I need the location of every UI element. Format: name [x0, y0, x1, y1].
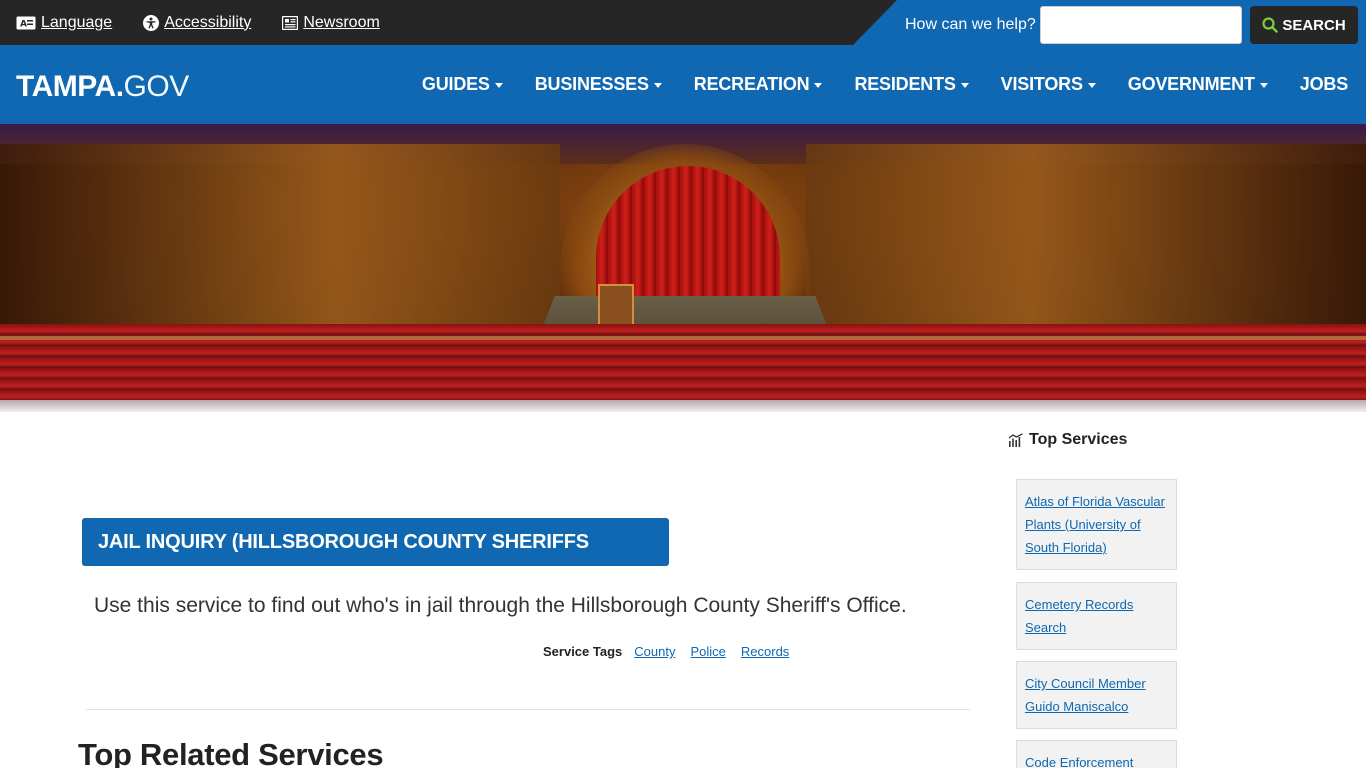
main-nav: TAMPA.GOV GUIDES BUSINESSES RECREATION R… [0, 45, 1366, 124]
site-logo[interactable]: TAMPA.GOV [16, 69, 189, 105]
hero-balcony-rail [0, 336, 1366, 340]
caret-down-icon [960, 82, 969, 88]
hero-organ [598, 284, 634, 326]
nav-item-label: GOVERNMENT [1127, 74, 1255, 94]
caret-down-icon [1087, 82, 1096, 88]
newspaper-icon [282, 15, 299, 30]
caret-down-icon [494, 82, 503, 88]
service-card: Atlas of Florida Vascular Plants (Univer… [1016, 479, 1177, 570]
hero-fade [0, 400, 1366, 412]
page-title: JAIL INQUIRY (HILLSBOROUGH COUNTY SHERIF… [82, 518, 669, 601]
accessibility-icon [143, 14, 160, 31]
newsroom-label: Newsroom [303, 13, 380, 31]
service-card: City Council Member Guido Maniscalco [1016, 661, 1177, 729]
hero-wall-left [0, 144, 560, 344]
nav-item-government[interactable]: GOVERNMENT [1128, 74, 1268, 95]
nav-item-label: RECREATION [693, 74, 810, 94]
nav-item-label: JOBS [1299, 74, 1348, 94]
tag-link-records[interactable]: Records [741, 644, 789, 659]
search-prompt: How can we help? [905, 16, 1036, 33]
nav-item-label: GUIDES [421, 74, 490, 94]
accessibility-link[interactable]: Accessibility [143, 14, 251, 32]
caret-down-icon [1259, 82, 1268, 88]
accessibility-label: Accessibility [164, 13, 252, 31]
nav-item-label: VISITORS [1000, 74, 1083, 94]
top-services-label: Top Services [1029, 431, 1128, 448]
nav-item-label: BUSINESSES [534, 74, 649, 94]
search-button-label: SEARCH [1282, 16, 1346, 34]
hero-wall-right [806, 144, 1366, 344]
service-description: Use this service to find out who's in ja… [94, 594, 907, 617]
nav-item-guides[interactable]: GUIDES [422, 74, 503, 95]
search-button[interactable]: SEARCH [1250, 6, 1358, 44]
related-services-heading: Top Related Services [78, 737, 384, 768]
caret-down-icon [653, 82, 662, 88]
caret-down-icon [814, 82, 823, 88]
utility-bar: A Language Accessibility Newsroom How ca… [0, 0, 1366, 45]
language-link[interactable]: A Language [16, 14, 112, 32]
top-services-heading: Top Services [1008, 431, 1127, 449]
newsroom-link[interactable]: Newsroom [282, 13, 380, 32]
search-icon [1262, 17, 1279, 33]
hero-banner-image [0, 124, 1366, 404]
tag-link-county[interactable]: County [634, 644, 675, 659]
service-tags-label: Service Tags [543, 644, 623, 659]
service-link-atlas-florida-plants[interactable]: Atlas of Florida Vascular Plants (Univer… [1025, 490, 1168, 559]
nav-item-businesses[interactable]: BUSINESSES [535, 74, 662, 95]
service-link-cemetery-records[interactable]: Cemetery Records Search [1025, 593, 1168, 639]
service-tags: Service Tags County Police Records [543, 644, 804, 659]
logo-light-text: GOV [123, 70, 190, 103]
service-card: Cemetery Records Search [1016, 582, 1177, 650]
nav-items: GUIDES BUSINESSES RECREATION RESIDENTS V… [390, 45, 1348, 124]
service-link-code-enforcement[interactable]: Code Enforcement [1025, 751, 1168, 768]
svg-text:A: A [20, 19, 27, 29]
tag-link-police[interactable]: Police [690, 644, 725, 659]
utility-links: A Language Accessibility Newsroom [16, 0, 411, 45]
nav-item-visitors[interactable]: VISITORS [1001, 74, 1096, 95]
content-divider [86, 709, 970, 710]
chart-icon [1008, 433, 1023, 447]
search-input[interactable] [1040, 6, 1242, 44]
service-link-council-member[interactable]: City Council Member Guido Maniscalco [1025, 672, 1168, 718]
nav-item-recreation[interactable]: RECREATION [694, 74, 823, 95]
nav-item-label: RESIDENTS [854, 74, 956, 94]
logo-bold-text: TAMPA. [16, 70, 124, 103]
service-card: Code Enforcement [1016, 740, 1177, 768]
nav-item-residents[interactable]: RESIDENTS [854, 74, 969, 95]
language-label: Language [41, 13, 113, 31]
language-icon: A [16, 16, 36, 29]
nav-item-jobs[interactable]: JOBS [1300, 74, 1348, 95]
